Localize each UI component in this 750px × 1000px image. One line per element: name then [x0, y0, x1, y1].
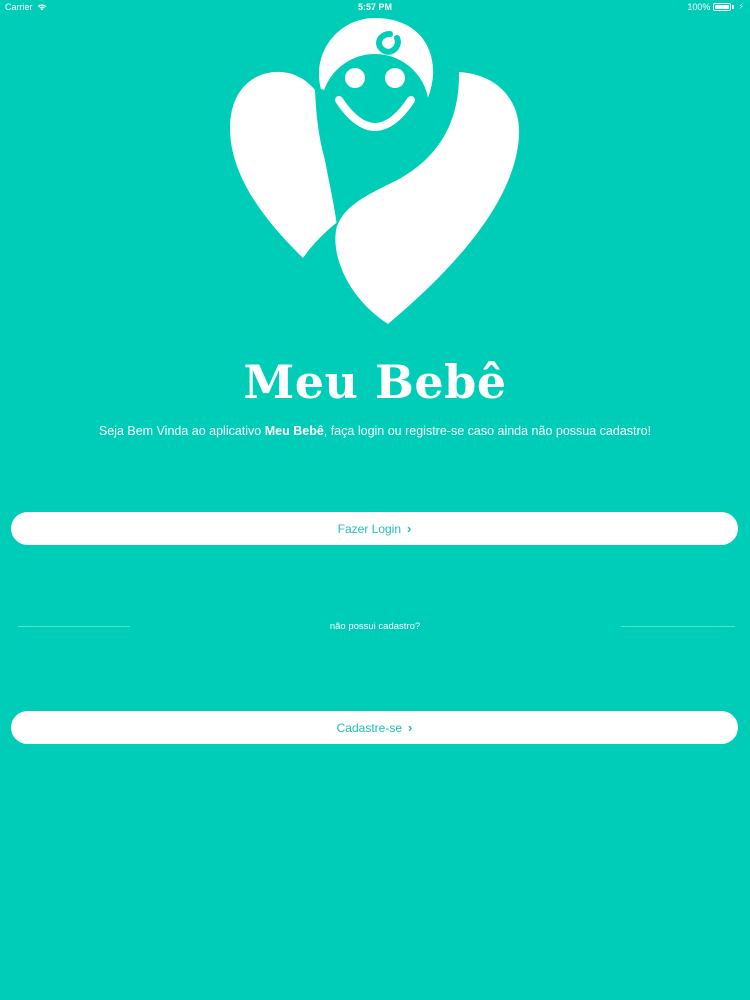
battery-tip — [732, 5, 735, 9]
login-button-label: Fazer Login — [337, 521, 402, 536]
divider-right-line — [621, 626, 735, 627]
charging-icon: ⚡ — [738, 2, 744, 11]
logo-right-eye — [385, 68, 405, 88]
welcome-app-name: Meu Bebê — [264, 424, 324, 438]
welcome-suffix: , faça login ou registre-se caso ainda n… — [323, 424, 652, 438]
app-title: Meu Bebê — [243, 355, 507, 409]
status-right: 100% ⚡ — [687, 0, 744, 14]
status-time: 5:57 PM — [357, 2, 392, 12]
status-bar: Carrier 5:57 PM 100% ⚡ — [0, 0, 750, 14]
signup-button[interactable]: Cadastre-se › — [11, 711, 738, 744]
logo-left-eye — [345, 68, 365, 88]
battery-fill — [715, 5, 730, 9]
welcome-prefix: Seja Bem Vinda ao aplicativo — [98, 424, 265, 438]
chevron-right-icon: › — [407, 520, 412, 536]
signup-button-label: Cadastre-se — [336, 720, 403, 735]
login-button[interactable]: Fazer Login › — [11, 512, 738, 545]
welcome-text: Seja Bem Vinda ao aplicativo Meu Bebê, f… — [0, 423, 750, 439]
chevron-right-icon: › — [408, 719, 413, 735]
no-account-text: não possui cadastro? — [329, 621, 421, 632]
baby-heart-logo — [230, 18, 520, 324]
battery-icon — [713, 3, 732, 11]
battery-percent: 100% — [687, 2, 711, 12]
